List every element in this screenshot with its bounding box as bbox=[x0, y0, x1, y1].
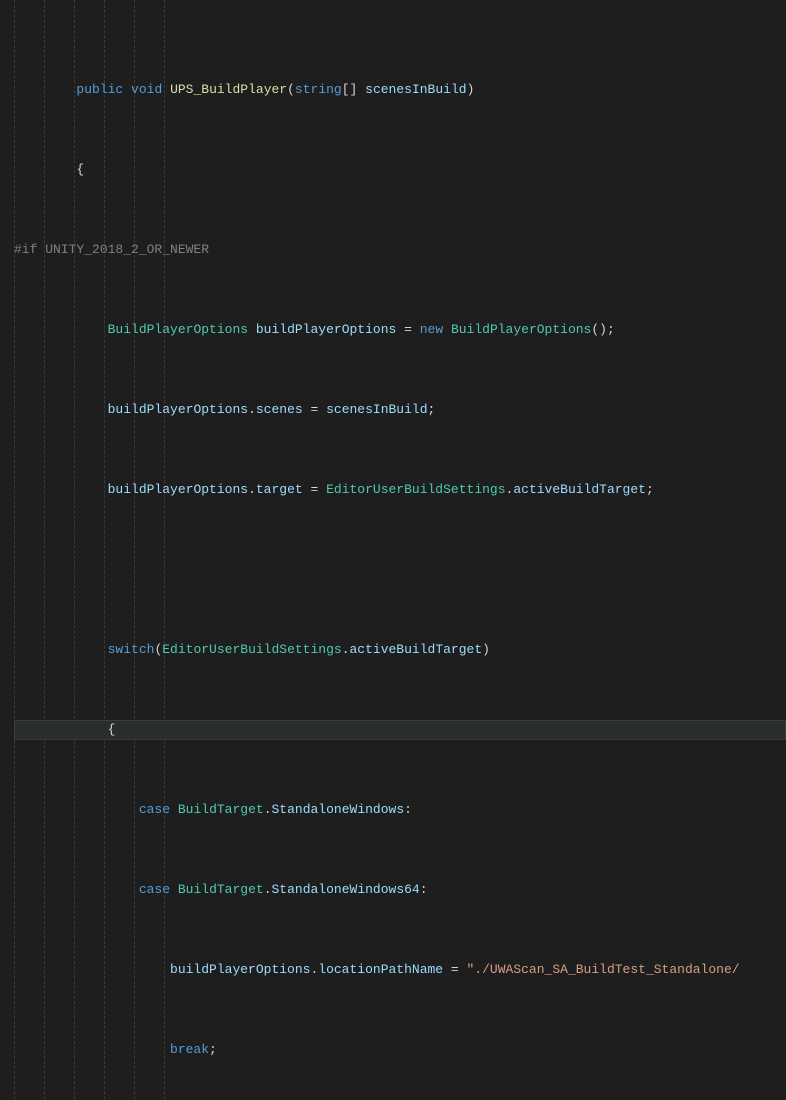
keyword: break bbox=[170, 1042, 209, 1057]
code-line[interactable]: BuildPlayerOptions buildPlayerOptions = … bbox=[14, 320, 786, 340]
keyword: void bbox=[131, 82, 162, 97]
code-line[interactable] bbox=[14, 560, 786, 580]
keyword: string bbox=[295, 82, 342, 97]
code-line[interactable]: switch(EditorUserBuildSettings.activeBui… bbox=[14, 640, 786, 660]
local-var: buildPlayerOptions bbox=[256, 322, 396, 337]
preprocessor: #if bbox=[14, 242, 37, 257]
type-name: EditorUserBuildSettings bbox=[326, 482, 505, 497]
code-line[interactable]: buildPlayerOptions.target = EditorUserBu… bbox=[14, 480, 786, 500]
code-line[interactable]: buildPlayerOptions.locationPathName = ".… bbox=[14, 960, 786, 980]
method-name: UPS_BuildPlayer bbox=[170, 82, 287, 97]
type-name: EditorUserBuildSettings bbox=[162, 642, 341, 657]
parameter: scenesInBuild bbox=[365, 82, 466, 97]
code-line[interactable]: break; bbox=[14, 1040, 786, 1060]
keyword: public bbox=[76, 82, 123, 97]
keyword: switch bbox=[108, 642, 155, 657]
type-name: BuildTarget bbox=[178, 802, 264, 817]
string-literal: "./UWAScan_SA_BuildTest_Standalone/ bbox=[467, 962, 740, 977]
type-name: BuildPlayerOptions bbox=[451, 322, 591, 337]
code-line[interactable]: { bbox=[14, 160, 786, 180]
type-name: BuildTarget bbox=[178, 882, 264, 897]
keyword: case bbox=[139, 802, 170, 817]
code-line[interactable]: buildPlayerOptions.scenes = scenesInBuil… bbox=[14, 400, 786, 420]
keyword: new bbox=[420, 322, 443, 337]
code-line[interactable]: case BuildTarget.StandaloneWindows: bbox=[14, 800, 786, 820]
code-line-current[interactable]: { bbox=[14, 720, 786, 740]
type-name: BuildPlayerOptions bbox=[108, 322, 248, 337]
code-line[interactable]: case BuildTarget.StandaloneWindows64: bbox=[14, 880, 786, 900]
preprocessor-line[interactable]: #if UNITY_2018_2_OR_NEWER bbox=[14, 240, 786, 260]
code-editor[interactable]: public void UPS_BuildPlayer(string[] sce… bbox=[0, 0, 786, 1100]
code-line[interactable]: public void UPS_BuildPlayer(string[] sce… bbox=[14, 80, 786, 100]
keyword: case bbox=[139, 882, 170, 897]
